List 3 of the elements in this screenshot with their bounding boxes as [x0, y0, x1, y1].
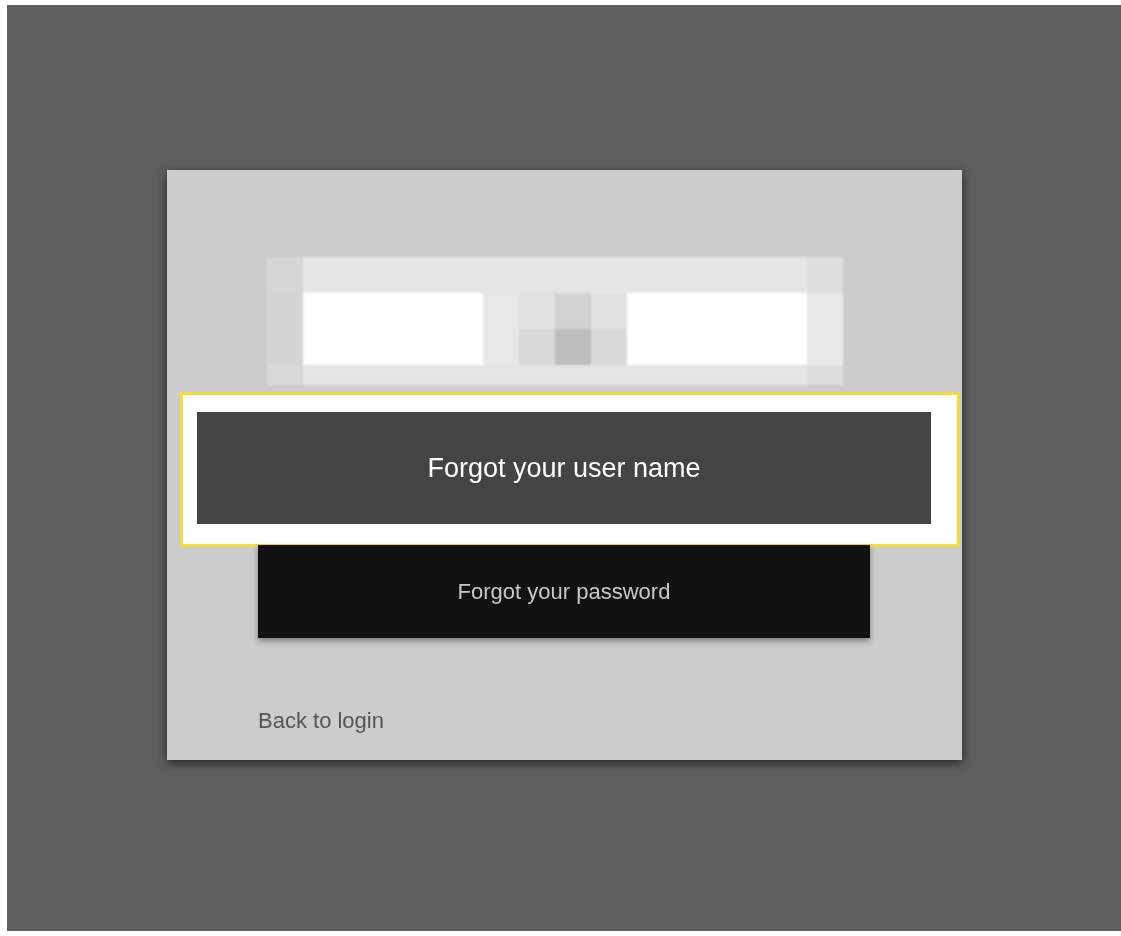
back-link[interactable]: Back to login	[258, 708, 384, 734]
forgot-button[interactable]: Forgot your password	[258, 545, 870, 638]
forgot-button[interactable]: Forgot your user name	[197, 412, 931, 524]
